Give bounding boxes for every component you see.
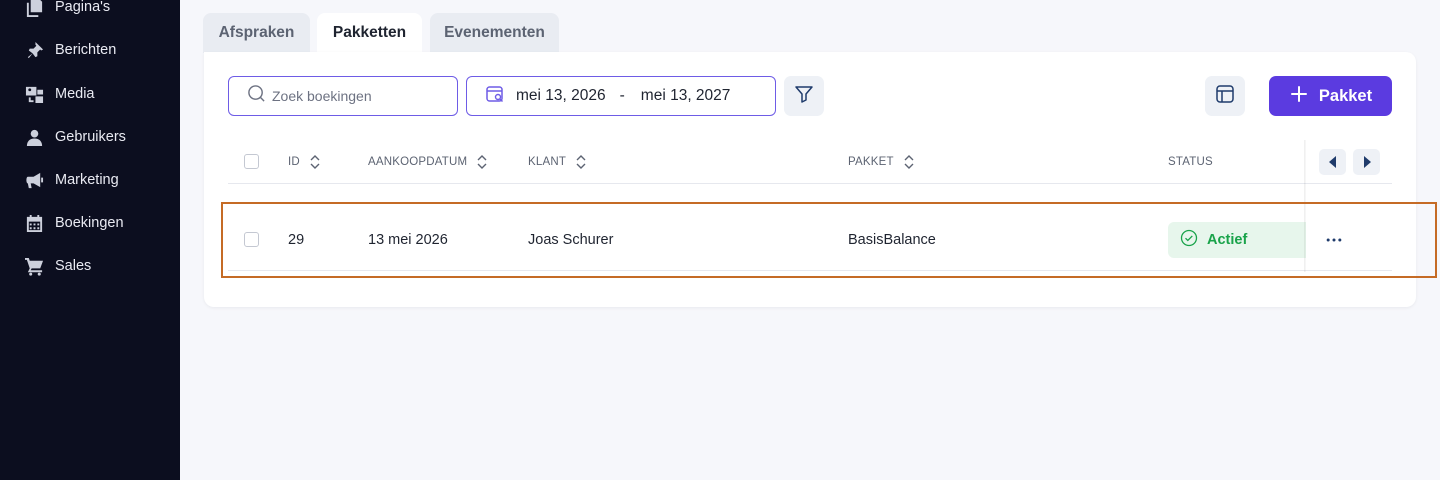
filter-icon [794,84,814,109]
row-actions-button[interactable] [1322,228,1346,252]
columns-button[interactable] [1205,76,1245,116]
sidebar-item-sales[interactable]: Sales [24,254,91,278]
cell-package: BasisBalance [848,232,936,248]
status-badge: Actief [1168,222,1308,258]
row-checkbox[interactable] [244,232,259,247]
sidebar-item-users[interactable]: Gebruikers [24,125,126,149]
pages-icon [24,0,44,17]
row-divider [228,270,1392,271]
caret-left-icon [1328,156,1336,168]
megaphone-icon [24,170,44,190]
date-range-picker[interactable]: mei 13, 2026 - mei 13, 2027 [466,76,776,116]
column-header-label: AANKOOPDATUM [368,156,468,168]
header-divider [1306,183,1392,184]
sidebar-item-label: Boekingen [55,215,124,231]
sidebar-item-posts[interactable]: Berichten [24,38,116,62]
column-header-client[interactable]: KLANT [528,155,587,169]
filter-button[interactable] [784,76,824,116]
row-divider [1306,270,1392,271]
sidebar-item-label: Gebruikers [55,129,126,145]
header-divider [228,183,1392,184]
search-field[interactable] [228,76,458,116]
calendar-icon [24,213,44,233]
date-to: mei 13, 2027 [640,87,731,104]
search-input[interactable] [272,88,442,104]
media-icon [24,84,44,104]
sidebar-item-bookings[interactable]: Boekingen [24,211,124,235]
more-horizontal-icon [1326,238,1342,242]
column-header-label: ID [288,156,300,168]
column-header-purchase-date[interactable]: AANKOOPDATUM [368,155,488,169]
cart-icon [24,256,44,276]
user-icon [24,127,44,147]
sort-icon [576,155,586,169]
tab-appointments[interactable]: Afspraken [203,13,310,53]
pin-icon [24,40,44,60]
caret-right-icon [1363,156,1371,168]
column-header-id[interactable]: ID [288,155,321,169]
sort-icon [904,155,914,169]
date-from: mei 13, 2026 [516,87,606,104]
column-header-status: STATUS [1168,155,1213,169]
tab-events[interactable]: Evenementen [430,13,559,53]
sidebar-item-label: Berichten [55,42,117,58]
search-icon [247,84,266,108]
date-separator: - [619,87,625,104]
plus-icon [1289,84,1319,109]
sidebar-item-label: Pagina's [55,0,111,15]
add-package-button[interactable]: Pakket [1269,76,1392,116]
column-header-label: PAKKET [848,156,894,168]
tab-packages[interactable]: Pakketten [317,13,422,53]
cell-purchase-date: 13 mei 2026 [368,232,448,248]
sidebar-item-label: Media [55,86,95,102]
sidebar: Pagina's Berichten Media Gebruikers Mark… [0,0,180,480]
add-package-label: Pakket [1318,86,1373,105]
sidebar-item-pages[interactable]: Pagina's [24,0,110,19]
sidebar-item-label: Sales [55,258,92,274]
scroll-left-button[interactable] [1319,149,1346,175]
cell-client: Joas Schurer [528,232,614,248]
sort-icon [310,155,320,169]
scroll-right-button[interactable] [1353,149,1380,175]
select-all-checkbox[interactable] [244,154,259,169]
sort-icon [477,155,487,169]
sidebar-item-marketing[interactable]: Marketing [24,168,119,192]
sidebar-item-label: Marketing [55,172,119,188]
cell-id: 29 [288,232,305,248]
column-header-label: KLANT [528,156,567,168]
status-label: Actief [1207,232,1248,248]
calendar-search-icon [485,84,516,109]
sidebar-item-media[interactable]: Media [24,82,95,106]
column-header-package[interactable]: PAKKET [848,155,915,169]
check-circle-icon [1180,229,1207,251]
column-header-label: STATUS [1168,156,1213,168]
columns-icon [1215,84,1235,109]
